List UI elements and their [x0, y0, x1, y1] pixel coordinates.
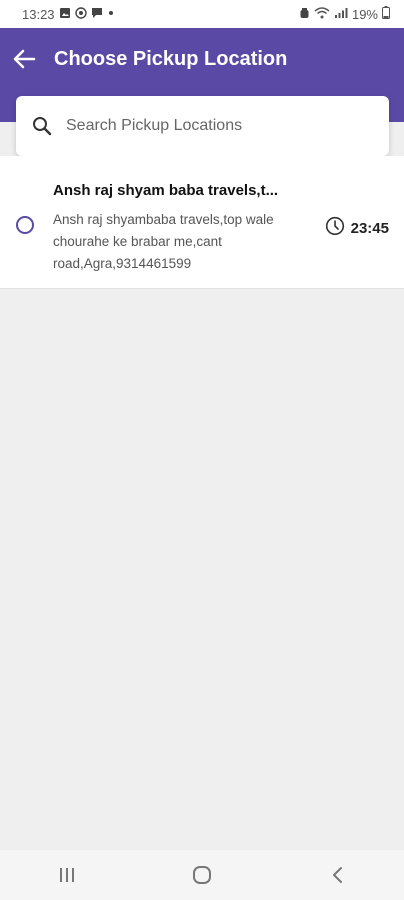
battery-icon — [382, 6, 390, 22]
location-name: Ansh raj shyam baba travels,t... — [53, 182, 279, 199]
arrow-left-icon[interactable] — [10, 46, 38, 72]
gallery-icon — [59, 7, 71, 22]
dot-icon — [107, 9, 115, 20]
location-item[interactable]: Ansh raj shyam baba travels,t... Ansh ra… — [0, 176, 404, 276]
pickup-time: 23:45 — [325, 216, 389, 241]
status-time: 13:23 — [22, 6, 55, 22]
battery-percent: 19% — [351, 6, 378, 22]
location-radio[interactable] — [16, 216, 34, 234]
search-input[interactable] — [64, 116, 368, 136]
chat-icon — [91, 7, 103, 22]
status-bar: 13:23 19% — [0, 0, 404, 28]
whatsapp-icon — [74, 6, 87, 22]
back-icon[interactable] — [317, 855, 357, 895]
clock-icon — [325, 216, 345, 241]
signal-icon — [334, 7, 348, 22]
pickup-time-value: 23:45 — [350, 220, 389, 237]
search-icon — [30, 114, 54, 138]
location-list: Ansh raj shyam baba travels,t... Ansh ra… — [0, 156, 404, 289]
system-nav-bar — [0, 850, 404, 900]
recent-apps-icon[interactable] — [47, 855, 87, 895]
location-address: Ansh raj shyambaba travels,top wale chou… — [53, 212, 274, 271]
home-icon[interactable] — [182, 855, 222, 895]
alarm-icon — [299, 7, 310, 22]
page-title: Choose Pickup Location — [54, 48, 288, 70]
search-bar[interactable] — [16, 96, 389, 156]
wifi-icon — [314, 6, 330, 22]
